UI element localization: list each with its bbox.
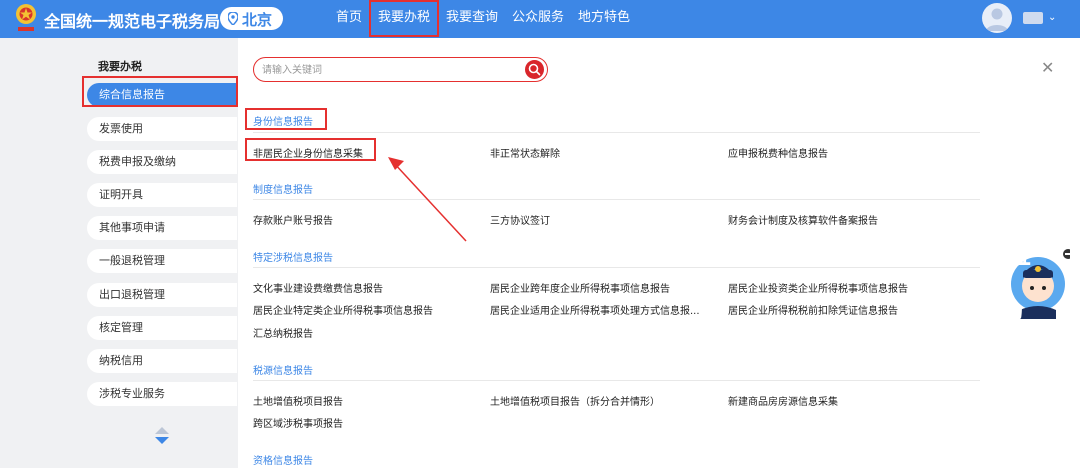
- annotation-arrow: [388, 157, 467, 242]
- mascot-text-1: 征: [1013, 248, 1031, 268]
- mascot-text-4: 动: [1005, 302, 1023, 322]
- interaction-mascot[interactable]: 征 纳 互 动: [990, 244, 1073, 322]
